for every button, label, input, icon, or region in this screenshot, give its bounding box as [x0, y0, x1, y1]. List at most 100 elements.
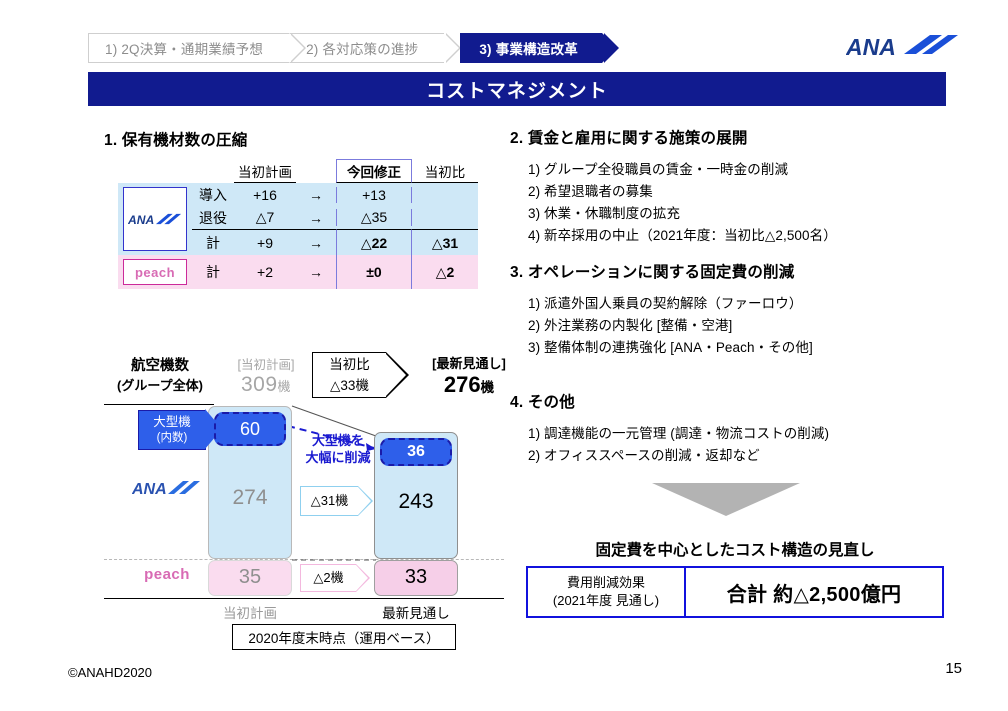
chart-xlabel-original: 当初計画 [223, 606, 277, 621]
peach-data: 計 +2 → ±0 △2 [192, 255, 478, 289]
list-item: 1) 調達機能の一元管理 (調達・物流コストの削減) [528, 426, 830, 441]
page-title: コストマネジメント [426, 80, 608, 102]
breadcrumb-item-3[interactable]: 3) 事業構造改革 [460, 33, 619, 63]
fleet-delta-callout: 当初比 △33機 [312, 351, 409, 398]
ana-logo-icon-chart: ANA [131, 478, 202, 498]
table-row: 退役 △7 → △35 [192, 206, 478, 229]
cost-reduction-value: 合計 約△2,500億円 [726, 583, 902, 606]
reduce-line1: 大型機を [311, 433, 364, 448]
page-number: 15 [945, 660, 962, 677]
bar-value-ana-latest: 243 [398, 490, 434, 513]
widebody-value-original: 60 [214, 412, 286, 446]
peach-delta-arrow: △2機 [300, 563, 370, 592]
section2-heading: 2. 賃金と雇用に関する施策の展開 [510, 130, 748, 147]
row-arrow-icon: → [309, 209, 323, 226]
list-item: 2) 外注業務の内製化 [整備・空港] [528, 318, 733, 333]
total-diff: △31 [412, 228, 478, 256]
table-row-total: 計 +9 → △22 △31 [192, 228, 478, 256]
fleet-delta-line1: 当初比 [329, 357, 370, 372]
widebody-callout-line1: 大型機 [153, 415, 191, 429]
widebody-callout: 大型機 (内数) [138, 409, 222, 450]
fleet-table: 当初計画 今回修正 当初比 ANA 導入 +16 → +13 退役 △7 → △… [118, 157, 478, 289]
peach-logo-cell: peach [118, 259, 192, 285]
table-row-ana: ANA 導入 +16 → +13 退役 △7 → △35 計 +9 → △22 … [118, 183, 478, 256]
total-diff: △2 [435, 263, 455, 280]
fleet-count-label-line1: 航空機数 [131, 358, 189, 374]
row-plan: △7 [255, 209, 275, 225]
reduce-annotation: 大型機を 大幅に削減 [300, 432, 376, 466]
section4-list: 1) 調達機能の一元管理 (調達・物流コストの削減) 2) オフィススペースの削… [528, 423, 829, 467]
total-plan: +9 [234, 228, 296, 256]
section2-list: 1) グループ全役職員の賃金・一時金の削減 2) 希望退職者の募集 3) 休業・… [528, 159, 837, 247]
slide-title-bar: コストマネジメント [88, 72, 946, 106]
row-revised: +13 [336, 186, 412, 203]
fleet-totals: 航空機数 (グループ全体) [当初計画] 309機 当初比 △33機 [最新見通… [104, 351, 506, 402]
original-plan-value: 309 [240, 373, 278, 396]
row-arrow-icon: → [309, 186, 323, 203]
cost-reduction-label-line1: 費用削減効果 [566, 575, 645, 590]
peach-logo-icon: peach [123, 259, 187, 285]
peach-logo-label-chart: peach [144, 566, 190, 583]
list-item: 4) 新卒採用の中止（2021年度：当初比△2,500名） [528, 228, 837, 243]
breadcrumb-item-2[interactable]: 2) 各対応策の進捗 [289, 33, 462, 63]
slide: 1) 2Q決算・通期業績予想 2) 各対応策の進捗 3) 事業構造改革 ANA … [0, 0, 1008, 711]
total-plan: +2 [257, 264, 273, 280]
section3-list: 1) 派遣外国人乗員の契約解除（ファーロウ） 2) 外注業務の内製化 [整備・空… [528, 293, 813, 359]
list-item: 3) 整備体制の連携強化 [ANA・Peach・その他] [528, 340, 813, 355]
section1-heading: 1. 保有機材数の圧縮 [104, 132, 248, 149]
down-arrow-icon [652, 483, 800, 516]
bar-value-peach-latest: 33 [404, 566, 428, 588]
original-plan-caption: [当初計画] [237, 358, 295, 372]
header-revised: 今回修正 [336, 159, 412, 183]
fleet-chart: 大型機 (内数) 60 36 ANA peach 274 35 243 33 大… [104, 404, 504, 650]
table-row-total: 計 +2 → ±0 △2 [192, 255, 478, 289]
table-row-peach: peach 計 +2 → ±0 △2 [118, 255, 478, 289]
total-label: 計 [192, 228, 234, 256]
section4: 4. その他 1) 調達機能の一元管理 (調達・物流コストの削減) 2) オフィ… [510, 390, 829, 467]
table-header-row: 当初計画 今回修正 当初比 [118, 157, 478, 183]
ana-data: 導入 +16 → +13 退役 △7 → △35 計 +9 → △22 △31 [192, 183, 478, 256]
bar-value-peach-original: 35 [238, 566, 262, 588]
original-plan-unit: 機 [277, 379, 292, 394]
peach-logo-label: peach [134, 264, 176, 280]
ana-logo-cell: ANA [118, 183, 192, 255]
header-plan: 当初計画 [234, 161, 296, 183]
breadcrumb-label-1: 1) 2Q決算・通期業績予想 [105, 42, 264, 57]
cost-reduction-label: 費用削減効果 (2021年度 見通し) [528, 568, 686, 616]
total-label: 計 [206, 264, 220, 280]
list-item: 3) 休業・休職制度の拡充 [528, 206, 681, 221]
table-row: 導入 +16 → +13 [192, 183, 478, 206]
cost-reduction-box: 費用削減効果 (2021年度 見通し) 合計 約△2,500億円 [526, 566, 944, 618]
svg-text:ANA: ANA [132, 481, 167, 498]
section4-heading: 4. その他 [510, 394, 575, 411]
section3: 3. オペレーションに関する固定費の削減 1) 派遣外国人乗員の契約解除（ファー… [510, 260, 813, 359]
svg-text:ANA: ANA [846, 34, 896, 60]
ana-delta-arrow: △31機 [300, 485, 373, 516]
row-plan: +16 [253, 186, 277, 203]
ana-logo-icon-table: ANA [123, 187, 187, 251]
list-item: 1) 派遣外国人乗員の契約解除（ファーロウ） [528, 296, 803, 311]
list-item: 1) グループ全役職員の賃金・一時金の削減 [528, 162, 789, 177]
breadcrumb: 1) 2Q決算・通期業績予想 2) 各対応策の進捗 3) 事業構造改革 [88, 33, 619, 63]
reduce-line2: 大幅に削減 [305, 450, 371, 465]
chart-top-rule [104, 404, 214, 405]
chart-xlabel-latest: 最新見通し [382, 606, 450, 621]
section2: 2. 賃金と雇用に関する施策の展開 1) グループ全役職員の賃金・一時金の削減 … [510, 126, 837, 247]
row-label: 退役 [199, 209, 227, 226]
row-revised: △35 [336, 209, 412, 226]
widebody-callout-line2: (内数) [156, 432, 188, 444]
total-arrow-icon: → [309, 264, 323, 280]
section3-heading: 3. オペレーションに関する固定費の削減 [510, 264, 795, 281]
breadcrumb-label-3: 3) 事業構造改革 [479, 42, 578, 57]
widebody-value-latest: 36 [380, 438, 452, 466]
row-label: 導入 [199, 186, 227, 203]
chart-baseline [104, 598, 504, 599]
bar-value-ana-original: 274 [232, 486, 268, 509]
svg-text:ANA: ANA [128, 213, 154, 227]
cost-reduction-label-line2: (2021年度 見通し) [552, 593, 660, 608]
total-revised: ±0 [336, 255, 412, 289]
chart-basis-note: 2020年度末時点（運用ベース） [232, 624, 456, 650]
total-arrow-icon: → [296, 228, 336, 256]
breadcrumb-item-1[interactable]: 1) 2Q決算・通期業績予想 [88, 33, 307, 63]
fleet-count-label-line2: (グループ全体) [117, 378, 203, 393]
